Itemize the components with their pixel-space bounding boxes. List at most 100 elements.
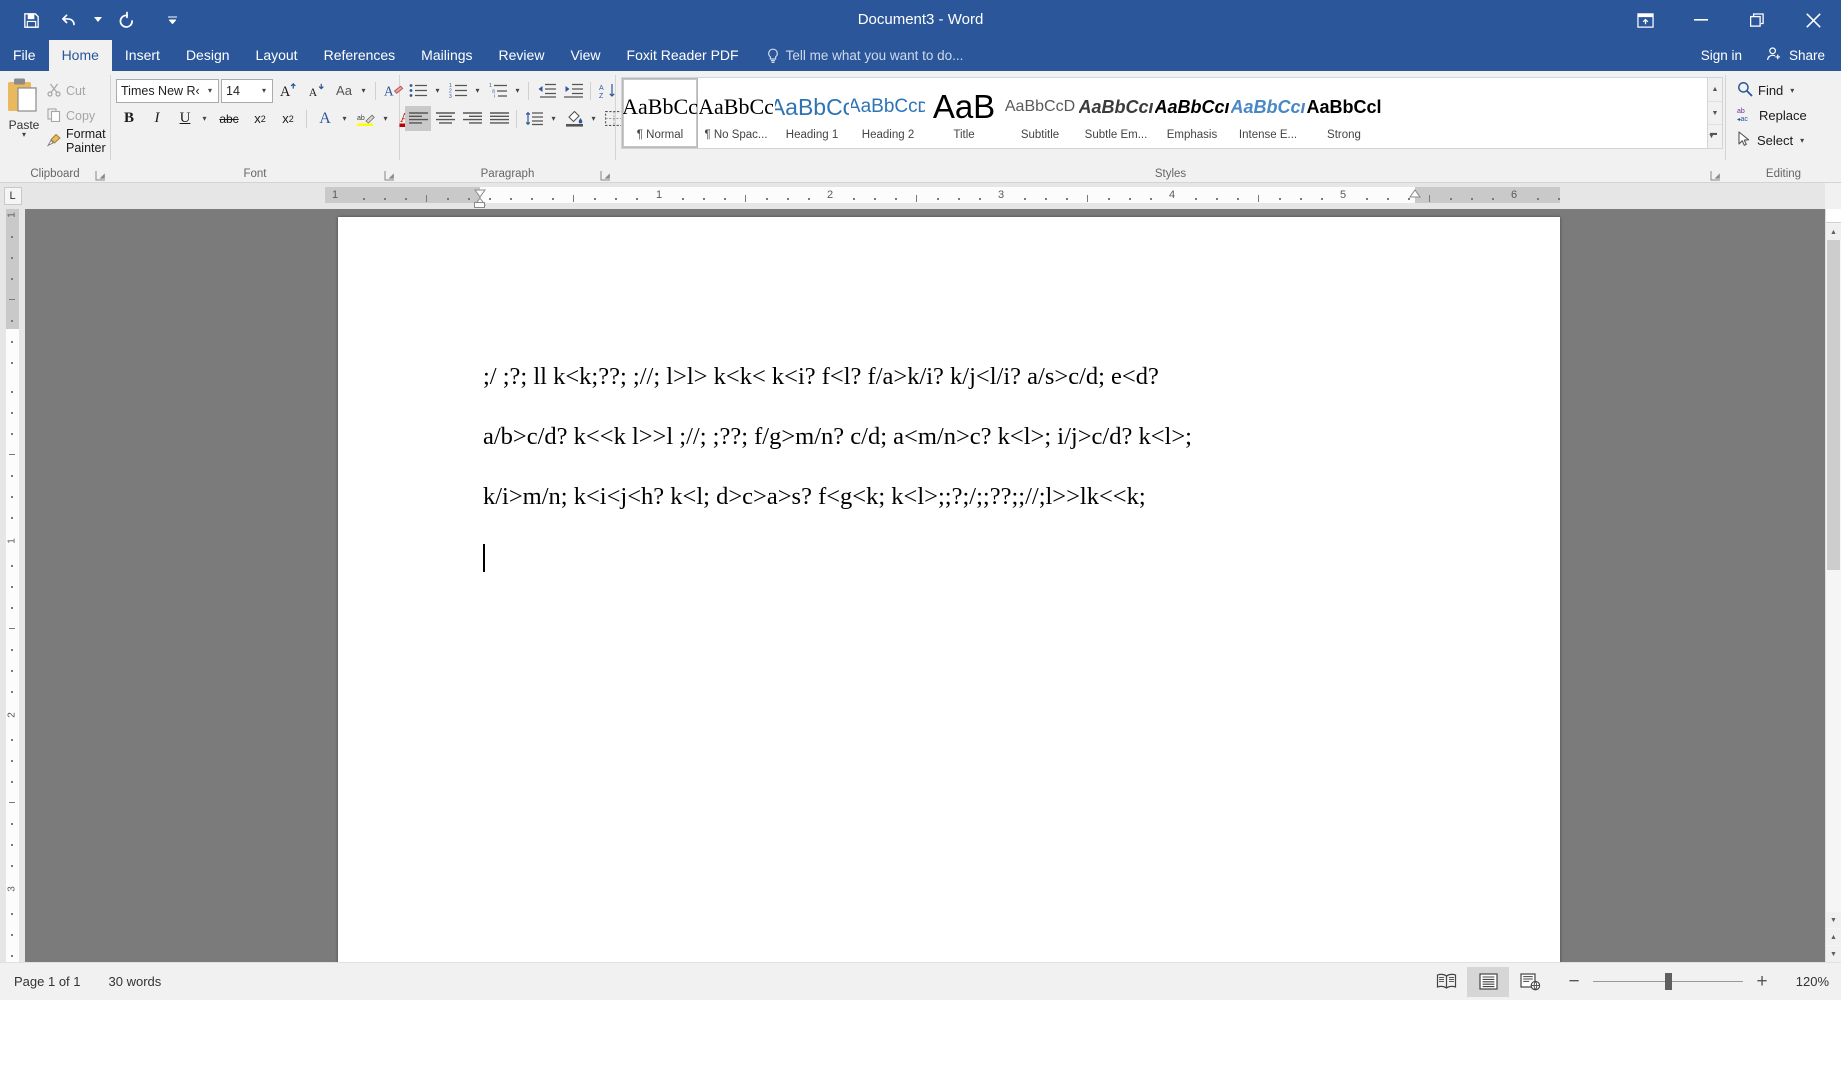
tab-insert[interactable]: Insert [112, 40, 173, 71]
format-painter-button[interactable]: Format Painter [43, 129, 110, 153]
style-subtle-emphasis[interactable]: AaBbCcı Subtle Em... [1078, 78, 1154, 148]
tab-mailings[interactable]: Mailings [408, 40, 485, 71]
paragraph-dialog-launcher[interactable] [599, 169, 611, 181]
underline-caret-icon[interactable]: ▾ [198, 114, 211, 123]
tab-design[interactable]: Design [173, 40, 243, 71]
print-layout-button[interactable] [1467, 967, 1509, 997]
styles-scroll-down-icon[interactable]: ▼ [1708, 102, 1722, 126]
strikethrough-button[interactable]: abc [213, 106, 245, 131]
previous-page-icon[interactable]: ▲ [1826, 929, 1841, 945]
document-canvas[interactable]: ;/ ;?; ll k<k;??; ;//; l>l> k<k< k<i? f<… [25, 209, 1825, 962]
font-size-caret-icon[interactable]: ▾ [256, 86, 272, 95]
document-text[interactable]: ;/ ;?; ll k<k;??; ;//; l>l> k<k< k<i? f<… [483, 347, 1450, 587]
zoom-level[interactable]: 120% [1781, 974, 1829, 989]
close-icon[interactable] [1785, 0, 1841, 40]
italic-button[interactable]: I [144, 106, 170, 131]
style-heading-1[interactable]: AaBbCс Heading 1 [774, 78, 850, 148]
multilevel-list-button[interactable]: 1ai ▾ [485, 78, 524, 103]
horizontal-ruler[interactable]: 1 1 2 3 4 [25, 183, 1825, 209]
tell-me-search[interactable]: Tell me what you want to do... [752, 40, 964, 71]
redo-icon[interactable] [110, 5, 144, 35]
increase-indent-button[interactable] [560, 78, 586, 103]
replace-button[interactable]: abac Replace [1734, 103, 1810, 127]
undo-icon[interactable] [52, 5, 86, 35]
document-page[interactable]: ;/ ;?; ll k<k;??; ;//; l>l> k<k< k<i? f<… [338, 217, 1560, 962]
font-name-caret-icon[interactable]: ▾ [202, 86, 218, 95]
decrease-indent-button[interactable] [533, 78, 559, 103]
share-button[interactable]: Share [1756, 40, 1841, 71]
multilevel-caret-icon[interactable]: ▾ [511, 86, 524, 95]
select-button[interactable]: Select ▾ [1734, 128, 1810, 152]
paste-dropdown-caret-icon[interactable]: ▾ [22, 132, 26, 138]
styles-scroll-buttons[interactable]: ▲ ▼ ▼▬ [1708, 77, 1723, 149]
change-case-button[interactable]: Aa ▾ [331, 78, 370, 103]
tab-references[interactable]: References [311, 40, 409, 71]
tab-view[interactable]: View [557, 40, 613, 71]
numbering-caret-icon[interactable]: ▾ [471, 86, 484, 95]
style-normal[interactable]: AaBbCc ¶ Normal [622, 78, 698, 148]
text-effects-caret-icon[interactable]: ▾ [338, 114, 351, 123]
find-caret-icon[interactable]: ▾ [1790, 86, 1794, 95]
right-indent-marker[interactable] [1409, 185, 1420, 193]
page-indicator[interactable]: Page 1 of 1 [0, 974, 95, 989]
zoom-in-button[interactable]: + [1753, 971, 1771, 993]
copy-button[interactable]: Copy [43, 104, 110, 128]
highlight-caret-icon[interactable]: ▾ [379, 114, 392, 123]
styles-more-icon[interactable]: ▼▬ [1708, 125, 1722, 148]
tab-foxit-reader-pdf[interactable]: Foxit Reader PDF [614, 40, 752, 71]
minimize-icon[interactable] [1673, 0, 1729, 40]
hanging-indent-marker[interactable] [474, 193, 485, 201]
find-button[interactable]: Find ▾ [1734, 78, 1810, 102]
line-spacing-caret-icon[interactable]: ▾ [547, 114, 560, 123]
subscript-button[interactable]: x2 [247, 106, 273, 131]
text-highlight-color-button[interactable]: ab ▾ [353, 106, 392, 131]
zoom-out-button[interactable]: − [1565, 971, 1583, 993]
zoom-slider-thumb[interactable] [1665, 973, 1672, 990]
tab-file[interactable]: File [0, 40, 49, 71]
zoom-slider[interactable] [1593, 981, 1743, 982]
underline-button[interactable]: U ▾ [172, 106, 211, 131]
styles-gallery[interactable]: AaBbCc ¶ Normal AaBbCc ¶ No Spac... AaBb… [621, 77, 1708, 149]
sign-in-button[interactable]: Sign in [1687, 48, 1756, 63]
font-size-combo[interactable]: 14 ▾ [221, 79, 273, 103]
bullets-button[interactable]: ▾ [405, 78, 444, 103]
cut-button[interactable]: Cut [43, 79, 110, 103]
styles-scroll-up-icon[interactable]: ▲ [1708, 78, 1722, 102]
vertical-scrollbar[interactable]: ▲ ▼ ▲ ▼ [1825, 209, 1841, 962]
align-right-button[interactable] [459, 106, 485, 131]
customize-qat-icon[interactable] [164, 5, 180, 35]
paste-button[interactable]: Paste ▾ [5, 75, 43, 165]
first-line-indent-marker[interactable] [474, 185, 485, 193]
scroll-thumb[interactable] [1827, 240, 1840, 570]
shrink-font-button[interactable]: A [303, 78, 329, 103]
save-icon[interactable] [14, 5, 48, 35]
superscript-button[interactable]: x2 [275, 106, 301, 131]
font-dialog-launcher[interactable] [383, 169, 395, 181]
left-indent-marker[interactable] [474, 202, 485, 208]
ribbon-display-options-icon[interactable] [1617, 0, 1673, 40]
bold-button[interactable]: B [116, 106, 142, 131]
scroll-down-icon[interactable]: ▼ [1826, 912, 1841, 928]
split-window-handle[interactable] [1826, 209, 1841, 223]
tab-stop-selector[interactable]: L [0, 183, 25, 209]
style-heading-2[interactable]: AaBbCcᴅ Heading 2 [850, 78, 926, 148]
shading-button[interactable]: ▾ [561, 106, 600, 131]
shading-caret-icon[interactable]: ▾ [587, 114, 600, 123]
align-left-button[interactable] [405, 106, 431, 131]
tab-layout[interactable]: Layout [243, 40, 311, 71]
next-page-icon[interactable]: ▼ [1826, 946, 1841, 962]
style-intense-emphasis[interactable]: AaBbCcı Intense E... [1230, 78, 1306, 148]
style-no-spacing[interactable]: AaBbCc ¶ No Spac... [698, 78, 774, 148]
styles-dialog-launcher[interactable] [1709, 169, 1721, 181]
style-strong[interactable]: AaBbCcl Strong [1306, 78, 1382, 148]
style-emphasis[interactable]: AaBbCcı Emphasis [1154, 78, 1230, 148]
read-mode-button[interactable] [1425, 967, 1467, 997]
restore-icon[interactable] [1729, 0, 1785, 40]
text-effects-button[interactable]: A ▾ [312, 106, 351, 131]
bullets-caret-icon[interactable]: ▾ [431, 86, 444, 95]
style-subtitle[interactable]: AaBbCcD Subtitle [1002, 78, 1078, 148]
font-name-combo[interactable]: Times New R‹ ▾ [116, 79, 219, 103]
tab-review[interactable]: Review [486, 40, 558, 71]
justify-button[interactable] [486, 106, 512, 131]
tab-home[interactable]: Home [49, 40, 112, 71]
